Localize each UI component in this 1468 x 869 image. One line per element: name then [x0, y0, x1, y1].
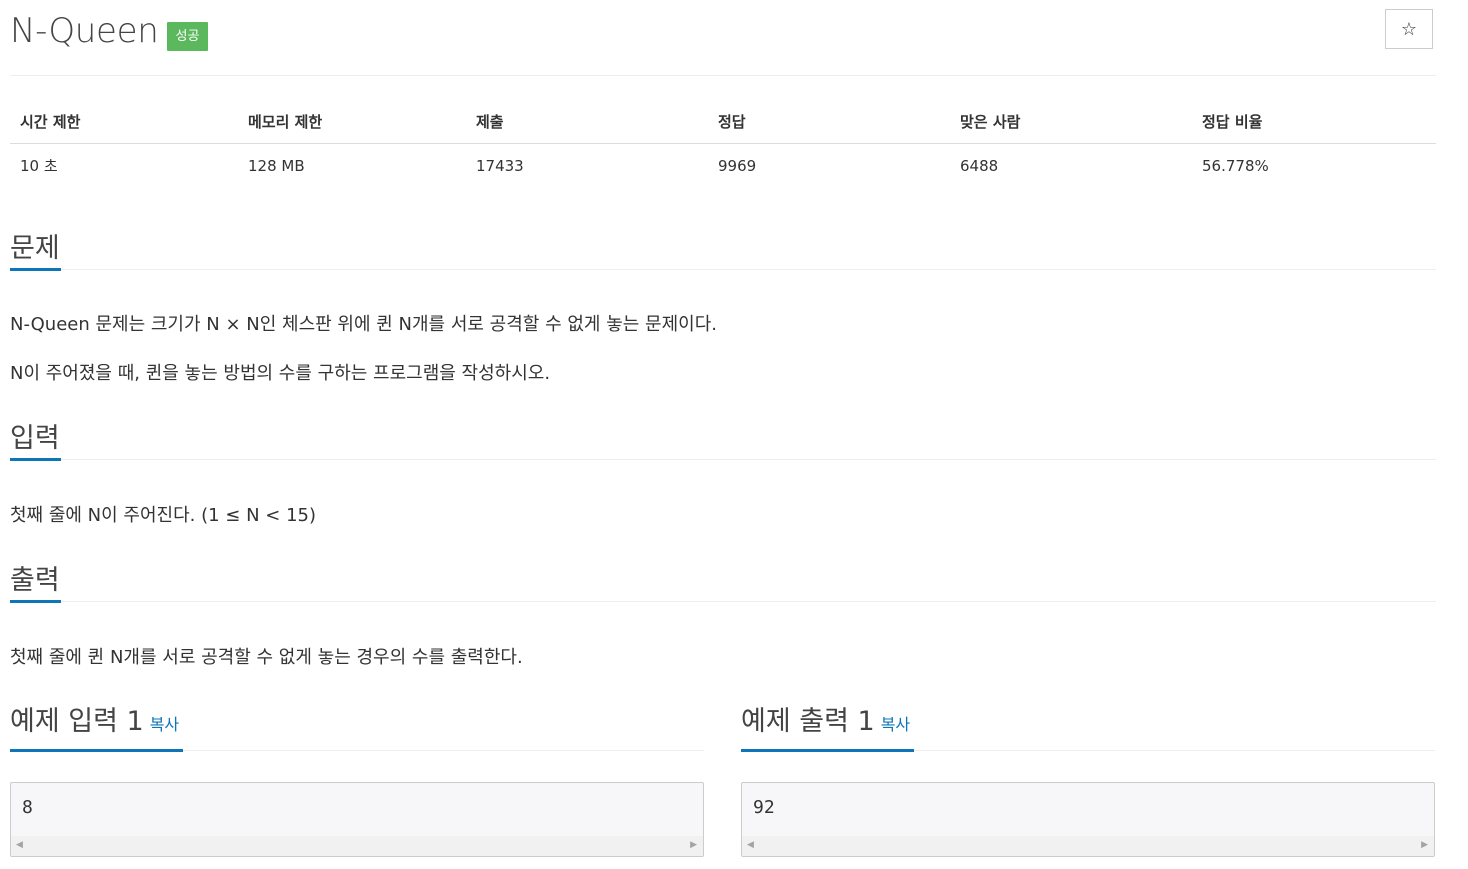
sample-output-title: 예제 출력 1: [741, 706, 875, 737]
section-underline: [10, 268, 61, 271]
horizontal-scrollbar[interactable]: ◀ ▶: [11, 836, 703, 856]
description-section-header: 문제: [10, 231, 1436, 271]
copy-sample-output-button[interactable]: 복사: [881, 715, 910, 734]
sample-input-title: 예제 입력 1: [10, 706, 144, 737]
info-value-row: 10 초 128 MB 17433 9969 6488 56.778%: [10, 144, 1436, 188]
sample-output-header: 예제 출력 1 복사: [741, 704, 1435, 752]
sample-output-code: 92: [753, 797, 775, 818]
header-divider: [10, 75, 1436, 76]
favorite-button[interactable]: ☆: [1385, 9, 1433, 49]
problem-header: N-Queen 성공: [10, 10, 209, 52]
sample-input-box[interactable]: 8 ◀ ▶: [10, 782, 704, 857]
output-description: 첫째 줄에 퀸 N개를 서로 공격할 수 없게 놓는 경우의 수를 출력한다.: [10, 647, 523, 668]
output-title: 출력: [10, 565, 60, 596]
output-section-header: 출력: [10, 563, 1436, 603]
description-line-2: N이 주어졌을 때, 퀸을 놓는 방법의 수를 구하는 프로그램을 작성하시오.: [10, 363, 551, 384]
section-underline: [741, 749, 914, 752]
sample-output-box[interactable]: 92 ◀ ▶: [741, 782, 1435, 857]
section-underline: [10, 458, 61, 461]
sample-input-code: 8: [22, 797, 33, 818]
page-title: N-Queen: [10, 11, 159, 51]
sample-input-header: 예제 입력 1 복사: [10, 704, 704, 752]
time-limit-header: 시간 제한: [10, 100, 238, 144]
status-badge: 성공: [166, 22, 209, 51]
time-limit-value: 10 초: [20, 157, 58, 175]
description-line-1: N-Queen 문제는 크기가 N × N인 체스판 위에 퀸 N개를 서로 공…: [10, 314, 718, 335]
input-description: 첫째 줄에 N이 주어진다. (1 ≤ N < 15): [10, 505, 317, 526]
scroll-left-icon[interactable]: ◀: [747, 840, 754, 850]
input-section-header: 입력: [10, 421, 1436, 461]
scroll-right-icon[interactable]: ▶: [1421, 840, 1428, 850]
accepted-ratio-header: 정답 비율: [1192, 100, 1436, 144]
submissions-value: 17433: [476, 156, 524, 175]
section-divider: [10, 269, 1436, 270]
input-title: 입력: [10, 423, 60, 454]
problem-page: N-Queen 성공 ☆ 시간 제한 메모리 제한 제출 정답 맞은 사람 정답…: [0, 0, 1468, 869]
accepted-header: 정답: [708, 100, 950, 144]
star-icon: ☆: [1400, 18, 1418, 40]
info-header-row: 시간 제한 메모리 제한 제출 정답 맞은 사람 정답 비율: [10, 100, 1436, 144]
description-title: 문제: [10, 233, 60, 264]
accepted-ratio-value: 56.778%: [1202, 156, 1269, 175]
memory-limit-header: 메모리 제한: [238, 100, 466, 144]
submissions-header: 제출: [466, 100, 708, 144]
scroll-right-icon[interactable]: ▶: [690, 840, 697, 850]
problem-info-table: 시간 제한 메모리 제한 제출 정답 맞은 사람 정답 비율 10 초 128 …: [10, 100, 1436, 187]
copy-sample-input-button[interactable]: 복사: [150, 715, 179, 734]
section-divider: [10, 459, 1436, 460]
section-underline: [10, 749, 183, 752]
solvers-header: 맞은 사람: [950, 100, 1192, 144]
section-underline: [10, 600, 61, 603]
horizontal-scrollbar[interactable]: ◀ ▶: [742, 836, 1434, 856]
memory-limit-value: 128 MB: [248, 156, 305, 175]
accepted-value: 9969: [718, 156, 757, 175]
scroll-left-icon[interactable]: ◀: [16, 840, 23, 850]
solvers-value: 6488: [960, 156, 999, 175]
section-divider: [10, 601, 1436, 602]
